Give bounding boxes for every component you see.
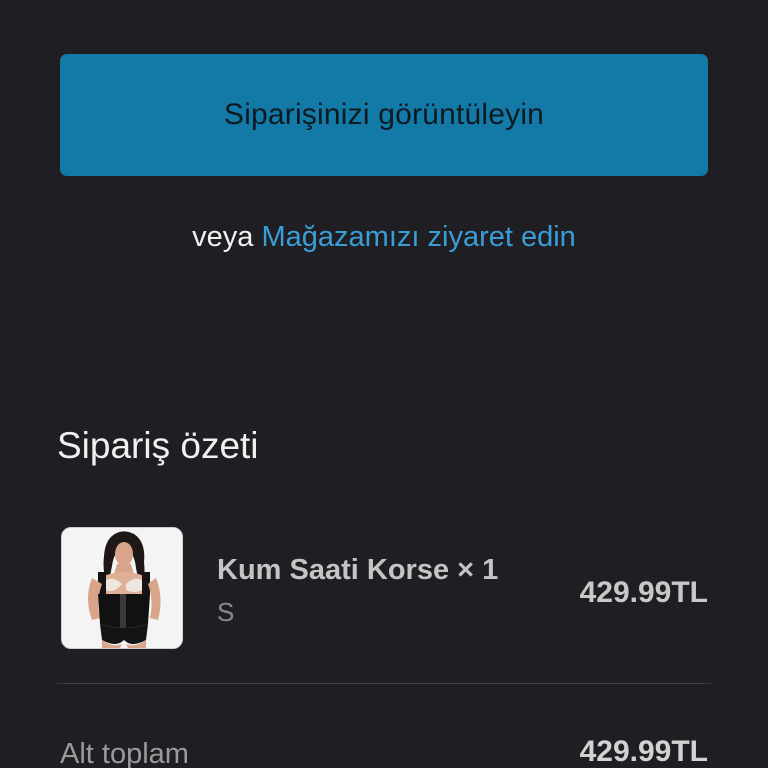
product-name: Kum Saati Korse × 1 xyxy=(217,554,499,586)
or-text: veya xyxy=(192,221,254,253)
summary-divider xyxy=(57,683,711,684)
view-order-label: Siparişinizi görüntüleyin xyxy=(223,98,545,131)
product-price: 429.99TL xyxy=(579,576,708,609)
product-variant: S xyxy=(217,597,235,627)
subtotal-value: 429.99TL xyxy=(579,735,708,768)
visit-store-link[interactable]: Mağazamızı ziyaret edin xyxy=(262,221,576,253)
order-summary-title: Sipariş özeti xyxy=(57,425,259,466)
corset-product-image xyxy=(61,527,183,649)
corset-product-photo-icon xyxy=(62,528,182,648)
order-confirmation-page: Siparişinizi görüntüleyin veya Mağazamız… xyxy=(0,0,768,768)
continue-shopping-line: veya Mağazamızı ziyaret edin xyxy=(0,216,768,258)
view-order-button[interactable]: Siparişinizi görüntüleyin xyxy=(60,54,708,176)
subtotal-label: Alt toplam xyxy=(60,738,189,768)
